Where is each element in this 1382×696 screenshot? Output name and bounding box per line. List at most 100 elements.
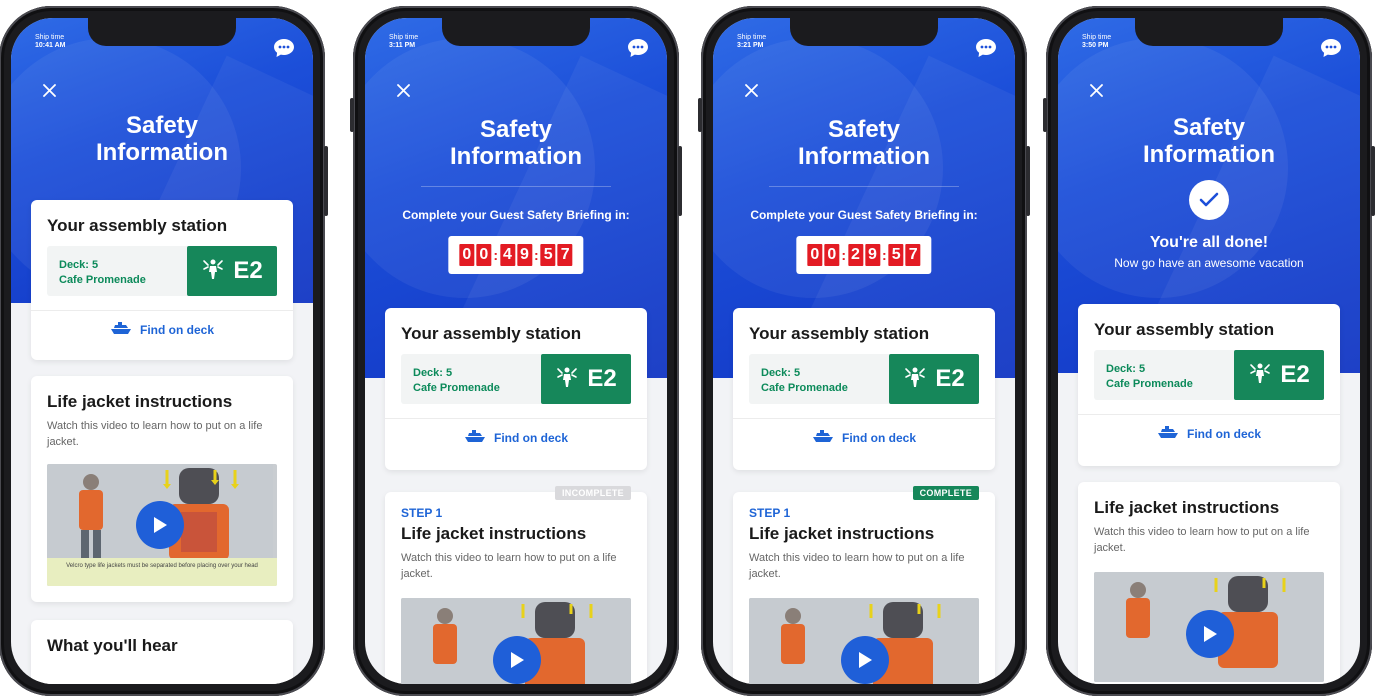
life-jacket-card: INCOMPLETE STEP 1 Life jacket instructio… — [385, 486, 647, 684]
assembly-station-info: Deck: 5 Cafe Promenade E2 — [749, 354, 979, 404]
deck-venue: Cafe Promenade — [413, 382, 500, 394]
chat-icon[interactable] — [1320, 38, 1342, 63]
deck-number: Deck: 5 — [1106, 363, 1146, 375]
phone-screen: Ship time 3:50 PM Safety Information You… — [1058, 18, 1360, 684]
divider — [421, 186, 611, 187]
assembly-station-code: E2 — [935, 365, 965, 392]
assembly-station-badge: E2 — [1234, 350, 1324, 400]
deck-number: Deck: 5 — [59, 259, 99, 271]
life-jacket-description: Watch this video to learn how to put on … — [47, 420, 263, 448]
assembly-station-title: Your assembly station — [47, 216, 228, 235]
divider — [769, 186, 959, 187]
assembly-station-card: Your assembly station Deck: 5 Cafe Prome… — [31, 200, 293, 360]
phone-screen: Ship time 10:41 AM Safety Information Yo… — [11, 18, 313, 684]
life-jacket-video[interactable] — [401, 598, 631, 684]
ship-icon — [1157, 426, 1187, 441]
title-line-2: Information — [798, 143, 930, 170]
assembly-station-card: Your assembly station Deck: 5 Cafe Prome… — [1078, 304, 1340, 466]
ship-time-value: 3:11 PM — [389, 42, 416, 49]
countdown-digit: 2 — [848, 244, 863, 266]
title-line-2: Information — [1143, 141, 1275, 168]
chat-icon[interactable] — [627, 38, 649, 63]
page-title: Safety Information — [11, 112, 313, 166]
what-youll-hear-title: What you'll hear — [47, 636, 178, 655]
done-title: You're all done! — [1149, 234, 1269, 251]
deck-venue: Cafe Promenade — [59, 274, 146, 286]
assembly-station-icon — [903, 366, 927, 393]
life-jacket-title: Life jacket instructions — [401, 524, 587, 543]
life-jacket-card: COMPLETE STEP 1 Life jacket instructions… — [733, 486, 995, 684]
ship-time: Ship time 10:41 AM — [35, 34, 65, 50]
status-badge: INCOMPLETE — [554, 486, 631, 500]
deck-location: Deck: 5 Cafe Promenade — [761, 366, 848, 396]
phone-frame: Ship time 3:50 PM Safety Information You… — [1043, 6, 1375, 696]
close-icon[interactable] — [43, 84, 56, 102]
close-icon[interactable] — [1090, 84, 1103, 102]
assembly-station-badge: E2 — [889, 354, 979, 404]
notch — [1135, 18, 1283, 46]
page-title: Safety Information — [365, 116, 667, 170]
close-icon[interactable] — [745, 84, 758, 102]
life-jacket-video[interactable]: Velcro type life jackets must be separat… — [47, 464, 277, 586]
find-on-deck-label: Find on deck — [139, 322, 214, 337]
ship-time: Ship time 3:11 PM — [389, 34, 418, 50]
ship-icon — [110, 322, 140, 337]
find-on-deck-button[interactable]: Find on deck — [733, 430, 995, 445]
assembly-station-icon — [201, 258, 225, 285]
find-on-deck-label: Find on deck — [1186, 426, 1261, 441]
find-on-deck-button[interactable]: Find on deck — [385, 430, 647, 445]
divider — [31, 310, 293, 311]
chat-icon[interactable] — [975, 38, 997, 63]
play-button[interactable] — [1186, 610, 1234, 658]
countdown-separator: : — [882, 247, 887, 263]
life-jacket-title: Life jacket instructions — [749, 524, 935, 543]
title-line-2: Information — [96, 139, 228, 166]
deck-number: Deck: 5 — [761, 367, 801, 379]
life-jacket-video[interactable] — [1094, 572, 1324, 682]
title-line-2: Information — [450, 143, 582, 170]
countdown-digit: 5 — [540, 244, 556, 266]
assembly-station-title: Your assembly station — [401, 324, 582, 343]
assembly-station-title: Your assembly station — [1094, 320, 1275, 339]
play-button[interactable] — [136, 501, 184, 549]
play-button[interactable] — [493, 636, 541, 684]
ship-time: Ship time 3:21 PM — [737, 34, 766, 50]
play-icon — [859, 652, 872, 668]
page-title: Safety Information — [713, 116, 1015, 170]
find-on-deck-label: Find on deck — [841, 430, 916, 445]
life-jacket-title: Life jacket instructions — [1094, 498, 1280, 517]
assembly-station-icon — [555, 366, 579, 393]
countdown-digit: 0 — [459, 244, 475, 266]
assembly-station-code: E2 — [1280, 361, 1310, 388]
life-jacket-card: Life jacket instructions Watch this vide… — [1078, 482, 1340, 684]
countdown-label: Complete your Guest Safety Briefing in: — [402, 208, 630, 222]
video-caption: Velcro type life jackets must be separat… — [47, 558, 277, 586]
assembly-station-info: Deck: 5 Cafe Promenade E2 — [401, 354, 631, 404]
phone-screen: Ship time 3:11 PM Safety Information Com… — [365, 18, 667, 684]
countdown-timer: 0 0 : 2 9 : 5 7 — [796, 236, 932, 274]
ship-time: Ship time 3:50 PM — [1082, 34, 1111, 50]
title-line-1: Safety — [1172, 114, 1246, 141]
life-jacket-card: Life jacket instructions Watch this vide… — [31, 376, 293, 602]
close-icon[interactable] — [397, 84, 410, 102]
assembly-station-card: Your assembly station Deck: 5 Cafe Prome… — [733, 308, 995, 470]
life-jacket-video[interactable] — [749, 598, 979, 684]
find-on-deck-button[interactable]: Find on deck — [31, 322, 293, 337]
life-jacket-description: Watch this video to learn how to put on … — [749, 552, 965, 580]
divider — [385, 418, 647, 419]
chat-icon[interactable] — [273, 38, 295, 63]
status-badge: COMPLETE — [912, 486, 979, 500]
assembly-station-badge: E2 — [187, 246, 277, 296]
phone-screen: Ship time 3:21 PM Safety Information Com… — [713, 18, 1015, 684]
find-on-deck-button[interactable]: Find on deck — [1078, 426, 1340, 441]
ship-time-value: 3:21 PM — [737, 42, 764, 49]
title-line-1: Safety — [125, 112, 199, 139]
countdown-digit: 0 — [476, 244, 492, 266]
divider — [733, 418, 995, 419]
countdown-separator: : — [841, 247, 846, 263]
countdown-timer: 0 0 : 4 9 : 5 7 — [448, 236, 584, 274]
done-subtitle: Now go have an awesome vacation — [1114, 256, 1304, 270]
phone-frame: Ship time 3:21 PM Safety Information Com… — [698, 6, 1030, 696]
play-button[interactable] — [841, 636, 889, 684]
deck-location: Deck: 5 Cafe Promenade — [1106, 362, 1193, 392]
